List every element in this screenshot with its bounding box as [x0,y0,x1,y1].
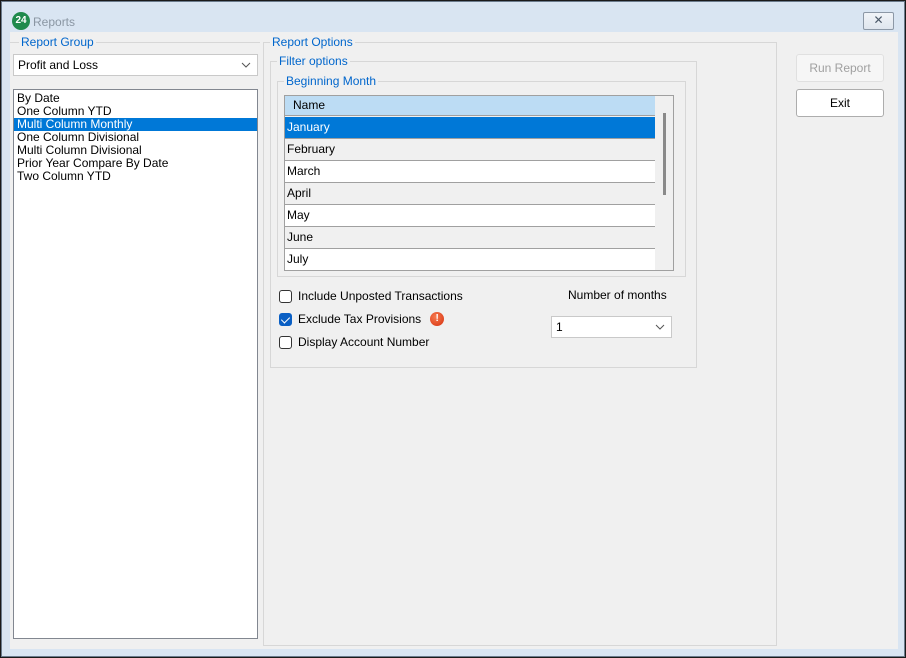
month-row[interactable]: July [285,249,655,270]
scrollbar-thumb[interactable] [663,113,666,195]
checkbox[interactable] [279,312,292,326]
report-options-label: Report Options [270,35,355,49]
month-row[interactable]: May [285,205,655,227]
report-group-value: Profit and Loss [18,58,99,72]
checkbox-label[interactable]: Include Unposted Transactions [298,289,463,303]
warning-icon: ! [430,312,445,326]
grid-header-name[interactable]: Name [285,96,655,116]
checkbox[interactable] [279,289,292,303]
checkbox-row[interactable]: Include Unposted Transactions [279,288,463,304]
close-icon: ✕ [873,13,884,27]
reports-window: 24 Reports ✕ Report Group Profit and Los… [1,1,905,657]
close-button[interactable]: ✕ [863,12,894,30]
month-row[interactable]: June [285,227,655,249]
checkbox-label[interactable]: Display Account Number [298,335,429,349]
month-row[interactable]: April [285,183,655,205]
filter-options-label: Filter options [277,54,350,68]
checkbox-label[interactable]: Exclude Tax Provisions [298,312,421,326]
report-group-select[interactable]: Profit and Loss [13,54,258,76]
number-of-months-select[interactable]: 1 [551,316,672,338]
window-title: Reports [33,15,76,29]
report-list[interactable]: By Date One Column YTD Multi Column Monthl… [13,89,258,639]
checkbox-row[interactable]: Display Account Number [279,334,429,350]
number-of-months-value: 1 [556,320,563,334]
grid-scrollbar[interactable] [656,96,673,270]
month-row[interactable]: February [285,139,655,161]
app-logo-icon: 24 [12,12,30,30]
run-report-button[interactable]: Run Report [796,54,884,82]
report-group-box: Report Group [10,35,260,49]
chevron-down-icon [655,324,665,330]
checkbox-row[interactable]: Exclude Tax Provisions! [279,311,445,327]
exit-button[interactable]: Exit [796,89,884,117]
month-row[interactable]: January [285,117,655,139]
checkbox[interactable] [279,335,292,349]
report-list-item[interactable]: Two Column YTD [14,170,257,183]
month-grid[interactable]: Name January February March April May June Jul… [284,95,674,271]
chevron-down-icon [241,62,251,68]
number-of-months-label: Number of months [568,288,667,302]
month-row[interactable]: March [285,161,655,183]
client-area: Report Group Profit and Loss By Date One … [10,32,898,649]
beginning-month-label: Beginning Month [284,74,379,88]
report-group-label: Report Group [19,35,96,49]
